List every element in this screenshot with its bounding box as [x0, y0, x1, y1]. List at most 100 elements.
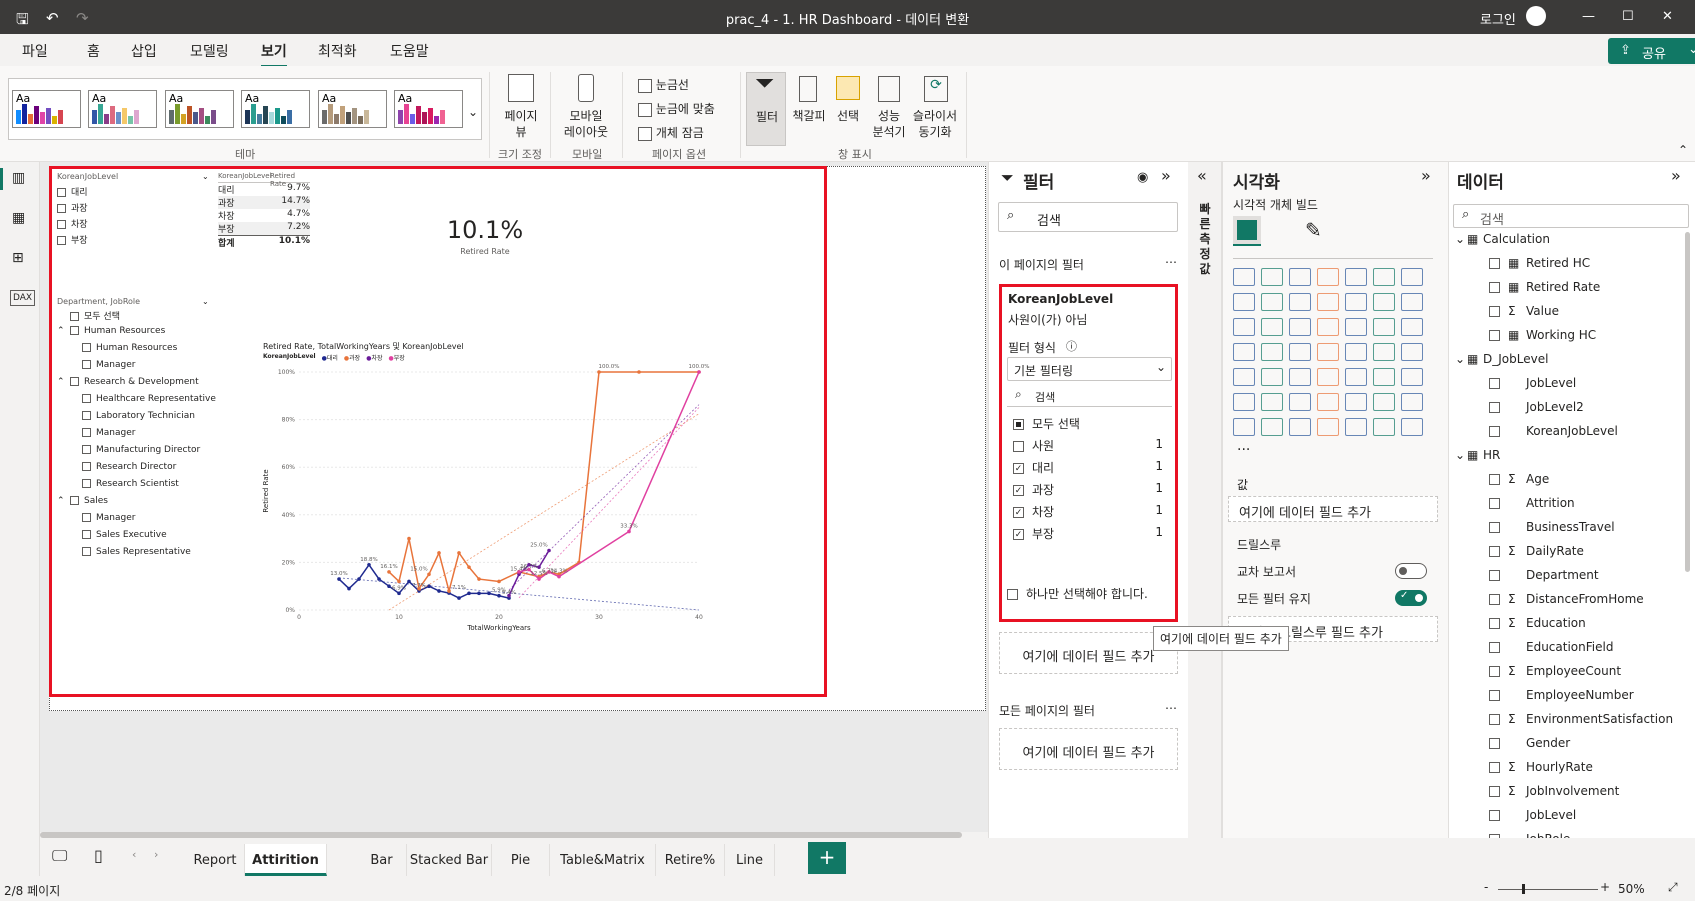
table-view-icon[interactable]: ▦ — [12, 210, 25, 226]
menu-insert[interactable]: 삽입 — [131, 41, 157, 61]
keep-filters-toggle[interactable]: ✓ — [1395, 590, 1427, 606]
data-point[interactable] — [497, 579, 501, 584]
slicer-item[interactable]: Laboratory Technician — [82, 411, 195, 421]
menu-optimize[interactable]: 최적화 — [318, 41, 357, 61]
visual-type-icon[interactable] — [1317, 393, 1339, 411]
visual-type-icon[interactable] — [1233, 268, 1255, 286]
visual-type-icon[interactable] — [1373, 418, 1395, 436]
data-point[interactable] — [427, 584, 431, 588]
data-field[interactable]: Σ HourlyRate — [1489, 760, 1593, 774]
data-field[interactable]: JobLevel — [1489, 808, 1576, 822]
page-tab[interactable]: Pie — [492, 844, 550, 876]
data-point[interactable] — [337, 577, 341, 581]
data-point[interactable] — [597, 370, 601, 374]
visual-type-icon[interactable] — [1345, 318, 1367, 336]
data-point[interactable] — [407, 579, 411, 584]
visual-type-icon[interactable] — [1289, 293, 1311, 311]
visual-type-icon[interactable] — [1261, 268, 1283, 286]
data-point[interactable] — [467, 565, 471, 569]
visual-type-icon[interactable] — [1401, 293, 1423, 311]
info-icon[interactable]: ⓘ — [1066, 338, 1077, 354]
data-point[interactable] — [477, 577, 481, 581]
data-field[interactable]: KoreanJobLevel — [1489, 424, 1618, 438]
data-field[interactable]: Σ Value — [1489, 304, 1559, 318]
visual-type-icon[interactable] — [1345, 293, 1367, 311]
visual-type-icon[interactable] — [1233, 318, 1255, 336]
data-field[interactable]: ▦ Retired HC — [1489, 256, 1590, 270]
data-point[interactable] — [447, 589, 451, 593]
slicer-item[interactable]: Healthcare Representative — [82, 394, 216, 404]
mobile-layout-button[interactable]: 모바일 레이아웃 — [560, 72, 612, 148]
slicer-item[interactable]: Research Director — [82, 462, 176, 472]
visual-type-icon[interactable] — [1233, 368, 1255, 386]
data-field[interactable]: JobLevel — [1489, 376, 1576, 390]
slicer-item[interactable]: Research Scientist — [82, 479, 179, 489]
collapse-pane-icon[interactable]: » — [1161, 166, 1171, 185]
data-field[interactable]: EmployeeNumber — [1489, 688, 1634, 702]
performance-analyzer-button[interactable]: 성능 분석기 — [868, 72, 910, 146]
data-field[interactable]: Σ DailyRate — [1489, 544, 1584, 558]
data-field[interactable]: ▦ Retired Rate — [1489, 280, 1600, 294]
data-table[interactable]: ⌄ ▦ Calculation — [1455, 232, 1550, 246]
minimize-icon[interactable]: — — [1582, 9, 1595, 24]
visual-type-icon[interactable] — [1261, 318, 1283, 336]
line-chart[interactable]: 0% 20% 40% 60% 80% 100% 0 10 20 30 40 TotalWorkingY… — [256, 362, 746, 662]
visual-type-icon[interactable] — [1261, 368, 1283, 386]
visual-type-icon[interactable] — [1345, 393, 1367, 411]
visual-type-icon[interactable] — [1401, 343, 1423, 361]
dax-query-icon[interactable]: DAX — [10, 290, 36, 306]
page-tab[interactable]: Attirition — [245, 844, 327, 876]
chevron-up-icon[interactable]: ⌃ — [57, 377, 70, 387]
data-point[interactable] — [377, 577, 381, 581]
lock-objects-checkbox[interactable]: 개체 잠금 — [638, 124, 704, 141]
visual-type-icon[interactable] — [1345, 368, 1367, 386]
sync-slicers-button[interactable]: ⟳ 슬라이서 동기화 — [910, 72, 960, 146]
maximize-icon[interactable]: ☐ — [1622, 9, 1634, 24]
slicer-item[interactable]: Manager — [82, 428, 135, 438]
theme-swatch-5[interactable]: Aa — [318, 90, 387, 128]
slicer-item[interactable]: Manufacturing Director — [82, 445, 200, 455]
visual-type-icon[interactable] — [1317, 268, 1339, 286]
menu-view[interactable]: 보기 — [261, 41, 287, 68]
page-tab[interactable]: Stacked Bar — [407, 844, 492, 876]
login-link[interactable]: 로그인 — [1480, 9, 1516, 28]
visual-type-icon[interactable] — [1373, 368, 1395, 386]
model-view-icon[interactable]: ⊞ — [12, 250, 24, 266]
slicer-item[interactable]: 차장 — [57, 217, 88, 230]
share-button[interactable]: ⇪ 공유 ⌄ — [1608, 38, 1695, 64]
zoom-slider[interactable] — [1498, 884, 1598, 894]
data-point[interactable] — [387, 570, 391, 574]
data-point[interactable] — [487, 591, 491, 596]
data-field[interactable]: Σ DistanceFromHome — [1489, 592, 1644, 606]
page-tab[interactable]: Line — [725, 844, 775, 876]
data-point[interactable] — [457, 596, 461, 600]
data-point[interactable] — [637, 370, 641, 374]
theme-expand-icon[interactable]: ⌄ — [468, 104, 478, 120]
data-point[interactable] — [397, 591, 401, 596]
filter-item-checkbox[interactable]: ✓ 대리 1 — [1013, 459, 1163, 476]
theme-swatch-4[interactable]: Aa — [241, 90, 310, 128]
data-point[interactable] — [407, 536, 411, 541]
filter-type-dropdown[interactable]: 기본 필터링 ⌄ — [1007, 357, 1172, 381]
data-search-input[interactable]: ⌕ 검색 — [1453, 204, 1689, 228]
add-page-button[interactable]: + — [808, 842, 846, 874]
visual-type-icon[interactable] — [1401, 318, 1423, 336]
slicer-item[interactable]: Human Resources — [82, 343, 177, 353]
data-point[interactable] — [367, 562, 371, 567]
cross-report-toggle[interactable] — [1395, 563, 1427, 579]
slicer-item[interactable]: Manager — [82, 360, 135, 370]
data-point[interactable] — [537, 577, 541, 581]
bookmark-button[interactable]: 책갈피 — [790, 72, 828, 146]
visual-type-icon[interactable] — [1373, 393, 1395, 411]
desktop-layout-icon[interactable]: 🖵 — [52, 846, 67, 866]
data-field[interactable]: Gender — [1489, 736, 1570, 750]
chevron-up-icon[interactable]: ⌃ — [57, 326, 70, 336]
visual-type-icon[interactable] — [1317, 318, 1339, 336]
slicer-item[interactable]: 대리 — [57, 185, 88, 198]
visual-type-icon[interactable] — [1317, 418, 1339, 436]
mobile-layout-icon[interactable]: ▯ — [94, 846, 103, 865]
slicer-group[interactable]: ⌃ Research & Development — [57, 377, 199, 387]
visual-type-icon[interactable] — [1401, 393, 1423, 411]
data-point[interactable] — [627, 529, 631, 534]
visual-type-icon[interactable] — [1401, 368, 1423, 386]
